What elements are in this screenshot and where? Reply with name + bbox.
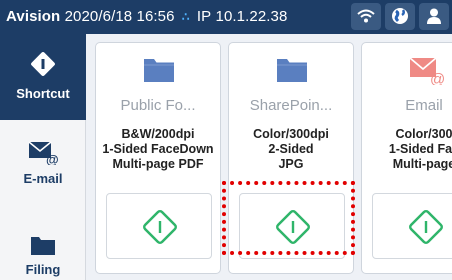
status-bar: Avision 2020/6/18 16:56 ∴ IP 10.1.22.38 bbox=[0, 0, 452, 34]
sidebar-item-label: E-mail bbox=[23, 171, 63, 186]
start-button[interactable] bbox=[106, 193, 212, 259]
card-title: SharePoin... bbox=[249, 97, 333, 114]
card-settings: Color/300 1-Sided Fac Multi-page bbox=[362, 127, 452, 172]
svg-text:@: @ bbox=[430, 71, 445, 85]
card-title: Email bbox=[405, 97, 443, 114]
start-diamond-icon bbox=[409, 210, 443, 244]
status-text: Avision 2020/6/18 16:56 ∴ IP 10.1.22.38 bbox=[6, 8, 287, 25]
ip-address: 10.1.22.38 bbox=[215, 8, 288, 25]
card-settings: B&W/200dpi 1-Sided FaceDown Multi-page P… bbox=[96, 127, 220, 172]
card-setting-line: Multi-page PDF bbox=[112, 157, 204, 171]
card-title: Public Fo... bbox=[120, 97, 196, 114]
card-setting-line: Multi-page bbox=[392, 157, 452, 171]
card-setting-line: B&W/200dpi bbox=[121, 127, 195, 141]
sidebar-item-shortcut[interactable]: Shortcut bbox=[0, 34, 86, 120]
start-diamond-icon bbox=[143, 210, 177, 244]
brand-name: Avision bbox=[6, 8, 61, 25]
start-button[interactable] bbox=[372, 193, 452, 259]
globe-icon bbox=[392, 8, 408, 24]
shortcut-card[interactable]: @ Email Color/300 1-Sided Fac Multi-page bbox=[361, 42, 452, 274]
shortcut-card[interactable]: Public Fo... B&W/200dpi 1-Sided FaceDown… bbox=[95, 42, 221, 274]
card-setting-line: 1-Sided FaceDown bbox=[102, 142, 214, 156]
user-icon bbox=[427, 8, 441, 24]
sidebar-item-filing[interactable]: Filing bbox=[0, 229, 86, 280]
user-button[interactable] bbox=[419, 3, 449, 30]
card-setting-line: Color/300dpi bbox=[253, 127, 329, 141]
email-icon: @ bbox=[409, 57, 445, 85]
sidebar: Shortcut @ E-mail Filing bbox=[0, 34, 86, 280]
shortcut-cards: Public Fo... B&W/200dpi 1-Sided FaceDown… bbox=[86, 34, 452, 280]
shortcut-card[interactable]: SharePoin... Color/300dpi 2-Sided JPG bbox=[228, 42, 354, 274]
network-icon: ∴ bbox=[181, 10, 190, 24]
globe-button[interactable] bbox=[385, 3, 415, 30]
card-setting-line: JPG bbox=[278, 157, 304, 171]
datetime: 2020/6/18 16:56 bbox=[64, 8, 175, 25]
sidebar-item-label: Shortcut bbox=[16, 86, 70, 101]
card-settings: Color/300dpi 2-Sided JPG bbox=[229, 127, 353, 172]
folder-icon bbox=[31, 237, 55, 255]
wifi-button[interactable] bbox=[351, 3, 381, 30]
start-button[interactable] bbox=[239, 193, 345, 259]
sidebar-item-label: Filing bbox=[25, 262, 61, 277]
card-setting-line: 2-Sided bbox=[268, 142, 314, 156]
folder-icon bbox=[144, 59, 174, 82]
wifi-icon bbox=[357, 9, 375, 23]
start-diamond-icon bbox=[276, 210, 310, 244]
folder-icon bbox=[277, 59, 307, 82]
ip-label: IP bbox=[196, 8, 212, 25]
card-setting-line: Color/300 bbox=[395, 127, 452, 141]
email-icon: @ bbox=[28, 141, 59, 165]
sidebar-item-email[interactable]: @ E-mail bbox=[0, 134, 86, 212]
diamond-icon bbox=[31, 52, 55, 76]
card-setting-line: 1-Sided Fac bbox=[388, 142, 452, 156]
svg-text:@: @ bbox=[46, 152, 59, 165]
